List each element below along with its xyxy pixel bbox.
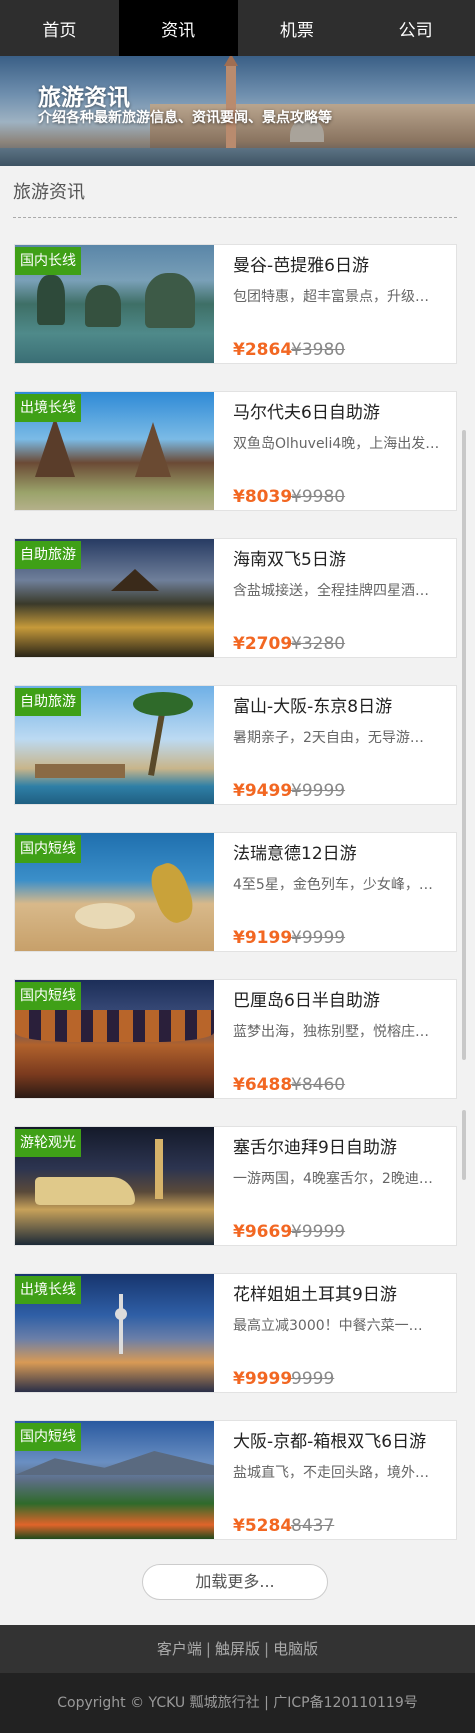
footer-link-touch[interactable]: 触屏版 [215,1640,260,1658]
section-title: 旅游资讯 [13,182,85,203]
item-desc: 暑期亲子，2天自由，无导游… [233,730,424,746]
item-desc: 最高立减3000！中餐六菜一… [233,1318,423,1334]
item-name[interactable]: 海南双飞5日游 [233,545,346,570]
list-item[interactable]: 出境长线 花样姐姐土耳其9日游 最高立减3000！中餐六菜一… ¥9999 99… [14,1273,457,1393]
item-badge: 自助旅游 [15,541,81,569]
nav-flights[interactable]: 机票 [238,0,357,56]
item-badge: 国内短线 [15,982,81,1010]
item-price: ¥2709 [233,634,293,654]
top-nav: 首页 资讯 机票 公司 [0,0,475,56]
item-original-price: 8437 [291,1516,335,1536]
banner-water-image [0,148,475,166]
item-price: ¥8039 [233,487,293,507]
list-item[interactable]: 国内短线 巴厘岛6日半自助游 蓝梦出海，独栋别墅，悦榕庄… ¥6488 ¥846… [14,979,457,1099]
item-badge: 自助旅游 [15,688,81,716]
item-original-price: ¥3980 [291,340,346,360]
item-name[interactable]: 塞舌尔迪拜9日自助游 [233,1133,397,1158]
item-desc: 包团特惠，超丰富景点，升级… [233,289,429,305]
item-badge: 国内短线 [15,1423,81,1451]
item-badge: 出境长线 [15,394,81,422]
list-item[interactable]: 国内长线 曼谷-芭提雅6日游 包团特惠，超丰富景点，升级… ¥2864 ¥398… [14,244,457,364]
section-divider [13,217,457,218]
footer-separator: | [205,1640,211,1658]
item-badge: 出境长线 [15,1276,81,1304]
list-item[interactable]: 自助旅游 海南双飞5日游 含盐城接送，全程挂牌四星酒… ¥2709 ¥3280 [14,538,457,658]
load-more-button[interactable]: 加载更多... [142,1564,328,1600]
item-name[interactable]: 花样姐姐土耳其9日游 [233,1280,397,1305]
list-item[interactable]: 国内短线 大阪-京都-箱根双飞6日游 盐城直飞，不走回头路，境外… ¥5284 … [14,1420,457,1540]
item-original-price: 9999 [291,1369,335,1389]
item-desc: 含盐城接送，全程挂牌四星酒… [233,583,429,599]
footer-link-pc[interactable]: 电脑版 [273,1640,318,1658]
item-desc: 4至5星，金色列车，少女峰，… [233,877,433,893]
list-item[interactable]: 国内短线 法瑞意德12日游 4至5星，金色列车，少女峰，… ¥9199 ¥999… [14,832,457,952]
item-original-price: ¥9980 [291,487,346,507]
item-price: ¥9199 [233,928,293,948]
item-price: ¥9999 [233,1369,293,1389]
item-name[interactable]: 马尔代夫6日自助游 [233,398,380,423]
item-name[interactable]: 富山-大阪-东京8日游 [233,692,392,717]
item-badge: 国内长线 [15,247,81,275]
item-price: ¥9499 [233,781,293,801]
item-badge: 国内短线 [15,835,81,863]
nav-home[interactable]: 首页 [0,0,119,56]
list-item[interactable]: 自助旅游 富山-大阪-东京8日游 暑期亲子，2天自由，无导游… ¥9499 ¥9… [14,685,457,805]
nav-company[interactable]: 公司 [356,0,475,56]
banner-tower-image [224,56,238,148]
item-price: ¥9669 [233,1222,293,1242]
item-name[interactable]: 法瑞意德12日游 [233,839,357,864]
item-desc: 蓝梦出海，独栋别墅，悦榕庄… [233,1024,429,1040]
item-original-price: ¥3280 [291,634,346,654]
item-desc: 一游两国，4晚塞舌尔，2晚迪… [233,1171,433,1187]
item-desc: 双鱼岛Olhuveli4晚，上海出发… [233,436,440,452]
list-item[interactable]: 游轮观光 塞舌尔迪拜9日自助游 一游两国，4晚塞舌尔，2晚迪… ¥9669 ¥9… [14,1126,457,1246]
item-badge: 游轮观光 [15,1129,81,1157]
item-original-price: ¥9999 [291,928,346,948]
item-name[interactable]: 大阪-京都-箱根双飞6日游 [233,1427,426,1452]
item-desc: 盐城直飞，不走回头路，境外… [233,1465,429,1481]
banner-subtitle: 介绍各种最新旅游信息、资讯要闻、景点攻略等 [38,110,332,126]
scrollbar[interactable] [462,430,466,1060]
list-item[interactable]: 出境长线 马尔代夫6日自助游 双鱼岛Olhuveli4晚，上海出发… ¥8039… [14,391,457,511]
footer-links: 客户端 | 触屏版 | 电脑版 [0,1625,475,1673]
item-name[interactable]: 巴厘岛6日半自助游 [233,986,380,1011]
scrollbar-thumb[interactable] [462,1110,466,1180]
item-original-price: ¥8460 [291,1075,346,1095]
item-price: ¥6488 [233,1075,293,1095]
item-price: ¥5284 [233,1516,293,1536]
item-price: ¥2864 [233,340,293,360]
footer-copyright: Copyright © YCKU 瓢城旅行社 | 广ICP备120110119号 [0,1673,475,1733]
nav-news[interactable]: 资讯 [118,0,238,56]
item-original-price: ¥9999 [291,781,346,801]
item-name[interactable]: 曼谷-芭提雅6日游 [233,251,369,276]
item-original-price: ¥9999 [291,1222,346,1242]
footer-link-app[interactable]: 客户端 [157,1640,202,1658]
footer-separator: | [264,1640,270,1658]
